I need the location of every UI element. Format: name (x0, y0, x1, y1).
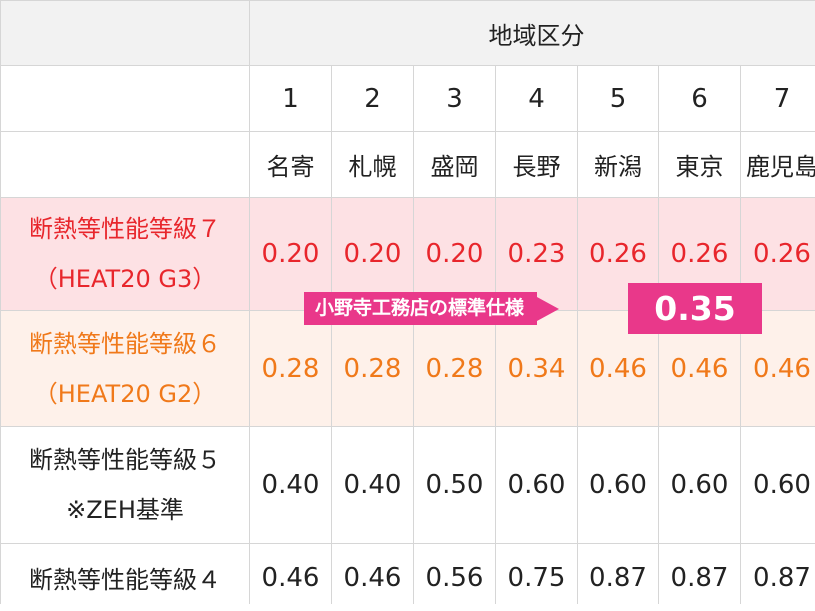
arrow-right-icon (537, 296, 560, 321)
table-cell: 0.46 (250, 544, 331, 611)
table-cell: 0.60 (659, 427, 740, 543)
table-cell: 0.28 (332, 311, 413, 426)
region-header: 地域区分 (250, 1, 815, 65)
table-cell: 0.75 (496, 544, 577, 611)
standard-spec-callout: 小野寺工務店の標準仕様 (304, 292, 560, 325)
zone-number-6: 6 (659, 66, 740, 131)
city-5: 新潟 (578, 132, 658, 197)
row-label-grade4: 断熱等性能等級４ (1, 544, 249, 611)
city-7: 鹿児島 (741, 132, 815, 197)
city-label-empty (1, 132, 249, 197)
city-4: 長野 (496, 132, 577, 197)
table-cell: 0.40 (332, 427, 413, 543)
city-2: 札幌 (332, 132, 413, 197)
zone-number-7: 7 (741, 66, 815, 131)
table-cell: 0.50 (414, 427, 495, 543)
table-cell: 0.87 (659, 544, 740, 611)
standard-spec-label: 小野寺工務店の標準仕様 (304, 292, 538, 325)
zone-number-3: 3 (414, 66, 495, 131)
table-cell: 0.56 (414, 544, 495, 611)
standard-spec-value: 0.35 (628, 283, 762, 334)
table-cell: 0.34 (496, 311, 577, 426)
table-cell: 0.28 (414, 311, 495, 426)
row-label-line1: 断熱等性能等級７ (29, 215, 221, 243)
table-corner-cell (1, 1, 249, 65)
city-6: 東京 (659, 132, 740, 197)
table-cell: 0.28 (250, 311, 331, 426)
table-cell: 0.46 (332, 544, 413, 611)
zone-number-5: 5 (578, 66, 658, 131)
row-label-line2: ※ZEH基準 (66, 496, 184, 524)
row-label-grade6: 断熱等性能等級６ （HEAT20 G2） (1, 311, 249, 426)
row-label-line1: 断熱等性能等級５ (29, 446, 221, 474)
zone-number-1: 1 (250, 66, 331, 131)
row-label-grade7: 断熱等性能等級７ （HEAT20 G3） (1, 198, 249, 310)
table-cell: 0.40 (250, 427, 331, 543)
row-label-line1: 断熱等性能等級６ (29, 329, 221, 358)
table-cell: 0.60 (578, 427, 658, 543)
city-3: 盛岡 (414, 132, 495, 197)
table-cell: 0.87 (578, 544, 658, 611)
row-label-line1: 断熱等性能等級４ (29, 566, 221, 594)
row-label-grade5: 断熱等性能等級５ ※ZEH基準 (1, 427, 249, 543)
table-cell: 0.60 (741, 427, 815, 543)
row-label-line2: （HEAT20 G2） (33, 379, 217, 408)
zone-label-empty (1, 66, 249, 131)
table-cell: 0.87 (741, 544, 815, 611)
zone-number-2: 2 (332, 66, 413, 131)
city-1: 名寄 (250, 132, 331, 197)
table-cell: 0.60 (496, 427, 577, 543)
row-label-line2: （HEAT20 G3） (33, 265, 217, 293)
zone-number-4: 4 (496, 66, 577, 131)
